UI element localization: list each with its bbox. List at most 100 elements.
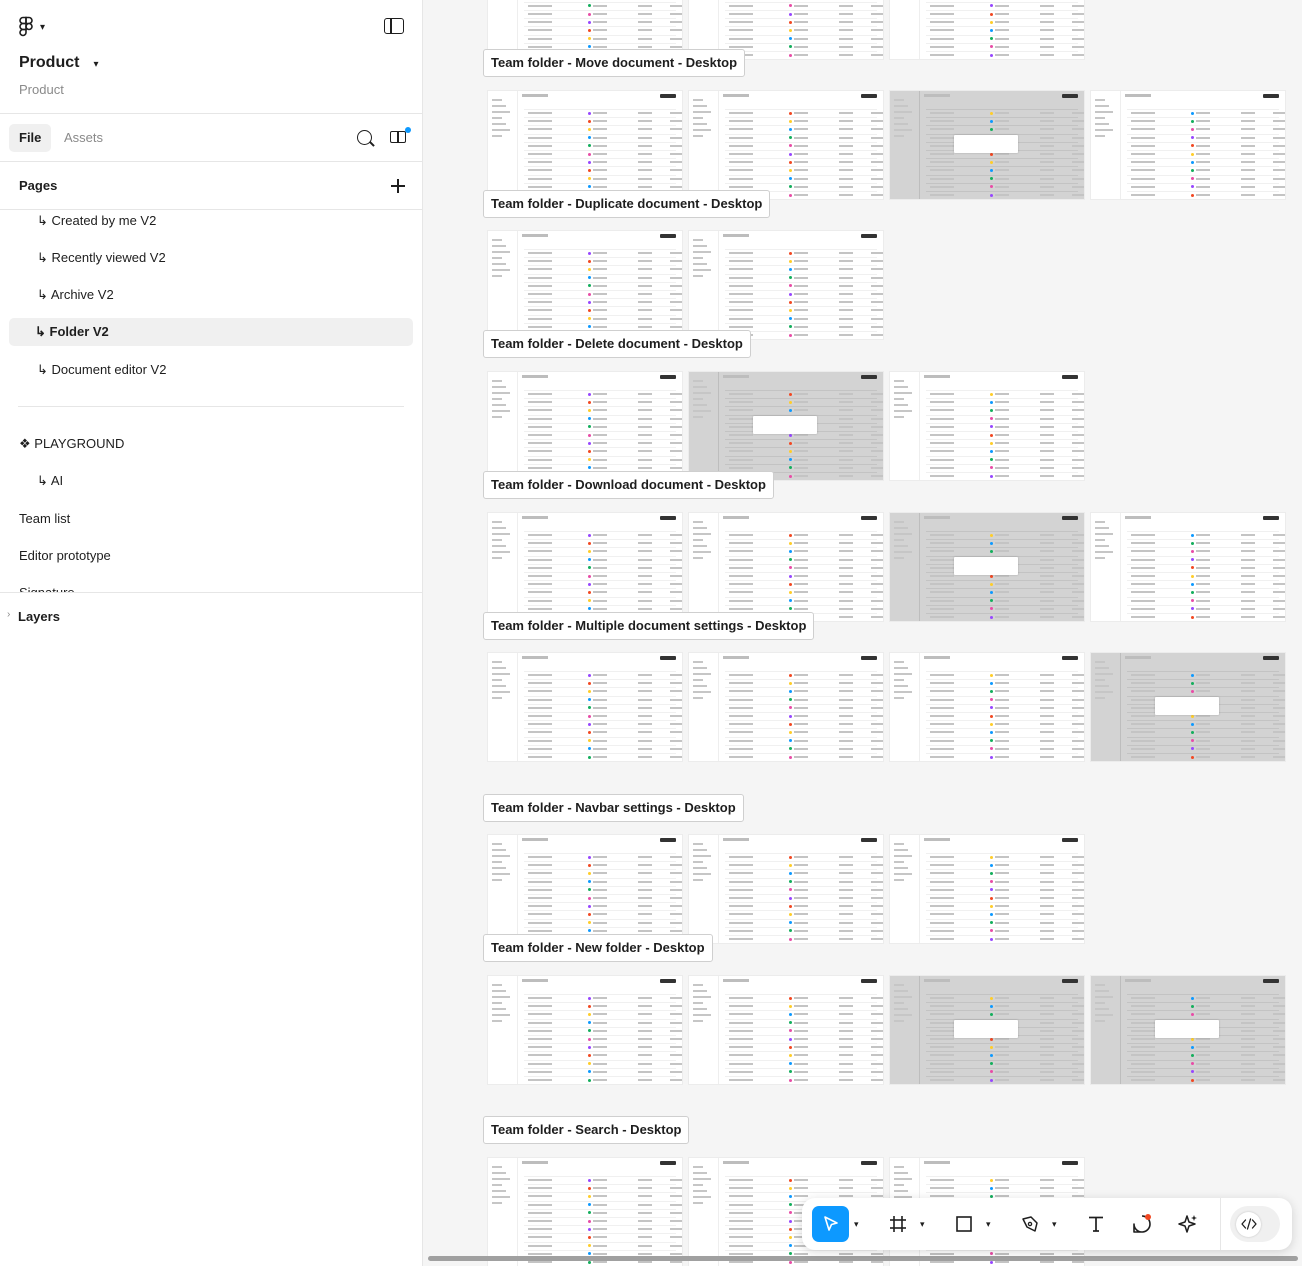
section-label[interactable]: Team folder - Duplicate document - Deskt… (483, 190, 771, 218)
figma-logo-icon (19, 16, 33, 37)
chevron-down-icon: ▾ (920, 1218, 925, 1229)
frame-thumbnail[interactable] (688, 512, 884, 622)
frame-thumbnail[interactable] (889, 652, 1085, 762)
frame-thumbnail[interactable] (1090, 90, 1286, 200)
page-item[interactable]: ↳ Recently viewed V2 (9, 244, 413, 272)
page-item-selected[interactable]: ↳ Folder V2 (9, 318, 413, 346)
frame-thumbnail[interactable] (487, 652, 683, 762)
frame-thumbnail[interactable] (889, 371, 1085, 481)
pen-icon (1022, 1216, 1038, 1232)
page-item[interactable]: Editor prototype (9, 542, 413, 570)
chevron-down-icon: ▾ (854, 1218, 859, 1229)
layers-header[interactable]: › Layers (0, 603, 423, 631)
frame-thumbnail[interactable] (487, 371, 683, 481)
section-label[interactable]: Team folder - New folder - Desktop (483, 934, 713, 962)
frame-tool-button[interactable] (884, 1206, 912, 1242)
subpage-arrow-icon: ↳ (35, 324, 46, 339)
page-item-label: Created by me V2 (51, 213, 157, 228)
bottom-toolbar: ▾ ▾ ▾ ▾ (802, 1198, 1292, 1250)
frame-thumbnail[interactable] (688, 834, 884, 944)
frame-thumbnail[interactable] (487, 90, 683, 200)
main-menu-button[interactable]: ▾ (18, 16, 45, 38)
pages-header: Pages (0, 162, 422, 210)
shape-tool-button[interactable] (950, 1206, 978, 1242)
frame-thumbnail[interactable] (487, 230, 683, 340)
search-icon[interactable] (357, 130, 372, 145)
frame-thumbnail[interactable] (487, 975, 683, 1085)
frame-thumbnail[interactable] (889, 975, 1085, 1085)
dev-mode-toggle[interactable] (1230, 1206, 1280, 1242)
section-label[interactable]: Team folder - Navbar settings - Desktop (483, 794, 744, 822)
add-page-icon[interactable] (391, 179, 405, 193)
project-name: Product (19, 54, 80, 71)
page-item-label: Document editor V2 (51, 362, 167, 377)
page-item-label: Team list (19, 511, 71, 526)
page-item[interactable]: ↳ AI (9, 467, 413, 495)
left-sidebar: ▾ Product ▾ Product File Assets Pages ↳ … (0, 0, 423, 1266)
actions-tool-button[interactable] (1174, 1206, 1202, 1242)
shape-tool-options[interactable]: ▾ (986, 1206, 998, 1242)
page-item[interactable]: ❖ PLAYGROUND (9, 430, 413, 458)
page-item[interactable]: ↳ Document editor V2 (9, 356, 413, 384)
frame-icon (890, 1216, 906, 1232)
page-item-label: AI (50, 473, 64, 488)
page-item[interactable]: ↳ Created by me V2 (9, 210, 413, 235)
page-item[interactable]: Signature (9, 579, 413, 593)
pages-list: ↳ Created by me V2 ↳ Recently viewed V2 … (0, 210, 422, 593)
chevron-right-icon: › (7, 609, 11, 620)
chevron-down-icon: ▾ (93, 58, 99, 70)
page-item[interactable]: ↳ Archive V2 (9, 281, 413, 309)
frame-tool-options[interactable]: ▾ (920, 1206, 932, 1242)
toolbar-divider (1220, 1198, 1221, 1250)
frame-thumbnail[interactable] (688, 975, 884, 1085)
frame-thumbnail[interactable] (1090, 975, 1286, 1085)
page-item-label: Recently viewed V2 (51, 250, 166, 265)
project-title[interactable]: Product ▾ (19, 54, 98, 72)
pen-tool-options[interactable]: ▾ (1052, 1206, 1064, 1242)
pages-title: Pages (19, 178, 58, 193)
frame-thumbnail[interactable] (688, 230, 884, 340)
code-icon (1240, 1218, 1257, 1230)
project-header: ▾ Product ▾ Product (0, 0, 422, 114)
chevron-down-icon: ▾ (986, 1218, 991, 1229)
tab-assets[interactable]: Assets (54, 124, 113, 152)
section-label[interactable]: Team folder - Download document - Deskto… (483, 471, 774, 499)
horizontal-scrollbar[interactable] (428, 1256, 1298, 1261)
text-tool-button[interactable] (1082, 1206, 1110, 1242)
frame-thumbnail[interactable] (889, 0, 1085, 60)
design-canvas[interactable]: Team folder - Move document - Desktop Te… (424, 0, 1302, 1266)
chevron-down-icon: ▾ (40, 21, 46, 33)
pen-tool-button[interactable] (1016, 1206, 1044, 1242)
page-item-label: Archive V2 (50, 287, 114, 302)
page-item-label: PLAYGROUND (34, 436, 125, 451)
text-icon (1089, 1216, 1103, 1232)
library-icon[interactable] (390, 127, 411, 144)
section-label[interactable]: Team folder - Search - Desktop (483, 1116, 690, 1144)
frame-thumbnail[interactable] (487, 834, 683, 944)
chevron-down-icon: ▾ (1052, 1218, 1057, 1229)
section-label[interactable]: Team folder - Move document - Desktop (483, 49, 746, 77)
frame-thumbnail[interactable] (889, 90, 1085, 200)
move-tool-options[interactable]: ▾ (854, 1206, 866, 1242)
frame-thumbnail[interactable] (688, 371, 884, 481)
frame-thumbnail[interactable] (688, 652, 884, 762)
move-tool-button[interactable] (812, 1206, 849, 1242)
comment-tool-button[interactable] (1128, 1206, 1156, 1242)
frame-thumbnail[interactable] (889, 512, 1085, 622)
comment-icon (1133, 1214, 1151, 1233)
frame-thumbnail[interactable] (1090, 652, 1286, 762)
frame-thumbnail[interactable] (487, 512, 683, 622)
section-label[interactable]: Team folder - Delete document - Desktop (483, 330, 751, 358)
page-item-label: Signature (19, 585, 75, 593)
page-item[interactable]: Team list (9, 505, 413, 533)
frame-thumbnail[interactable] (889, 834, 1085, 944)
cursor-icon (823, 1216, 838, 1231)
frame-thumbnail[interactable] (487, 1157, 683, 1266)
tab-file[interactable]: File (9, 124, 52, 152)
sidebar-tabs: File Assets (0, 114, 422, 162)
frame-thumbnail[interactable] (688, 90, 884, 200)
rectangle-icon (956, 1216, 972, 1232)
toggle-sidebar-icon[interactable] (384, 18, 404, 34)
section-label[interactable]: Team folder - Multiple document settings… (483, 612, 815, 640)
frame-thumbnail[interactable] (1090, 512, 1286, 622)
